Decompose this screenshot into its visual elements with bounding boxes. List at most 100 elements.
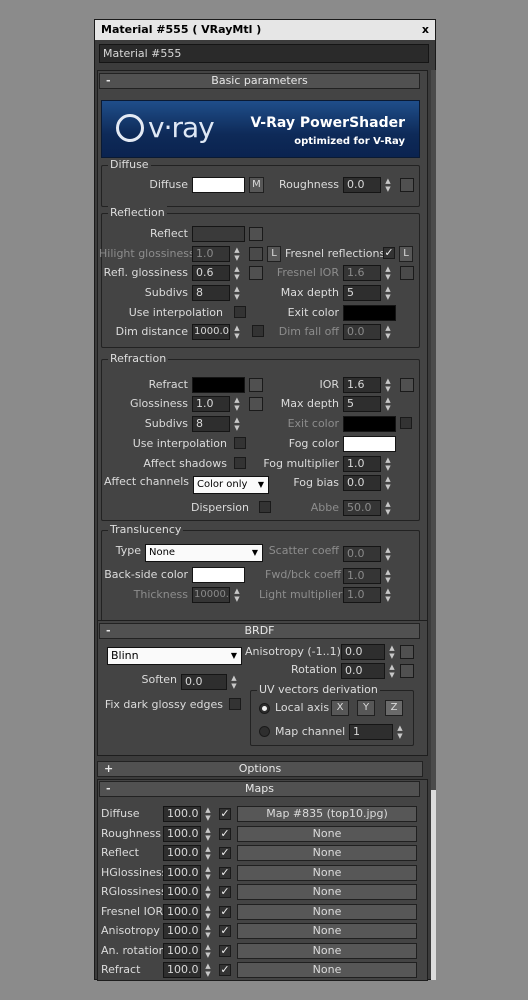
map-enable-checkbox[interactable]: ✓ — [219, 827, 231, 840]
spinner-arrows-icon[interactable]: ▲ ▼ — [232, 285, 242, 301]
reflect-color-swatch[interactable] — [192, 226, 245, 242]
refl-glossiness-field[interactable]: 0.6 — [192, 265, 230, 281]
soften-field[interactable]: 0.0 — [181, 674, 227, 690]
brdf-type-dropdown[interactable]: Blinn ▼ — [107, 647, 242, 665]
spinner-arrows-icon[interactable]: ▲ ▼ — [387, 663, 397, 679]
spinner-arrows-icon[interactable]: ▲ ▼ — [203, 943, 213, 959]
axis-z-button[interactable]: Z — [385, 700, 403, 716]
spinner-arrows-icon[interactable]: ▲ ▼ — [383, 456, 393, 472]
refr-exit-color-swatch[interactable] — [343, 416, 396, 432]
fog-multiplier-field[interactable]: 1.0 — [343, 456, 381, 472]
map-amount-field[interactable]: 100.0 — [163, 864, 201, 881]
map-amount-field[interactable]: 100.0 — [163, 825, 201, 842]
dim-falloff-field[interactable]: 0.0 — [343, 324, 381, 340]
axis-y-button[interactable]: Y — [357, 700, 375, 716]
hilight-map-button[interactable] — [249, 247, 263, 261]
map-amount-field[interactable]: 100.0 — [163, 845, 201, 861]
fresnel-reflections-checkbox[interactable]: ✓ — [383, 247, 395, 259]
scatter-coeff-field[interactable]: 0.0 — [343, 546, 381, 562]
back-side-color-swatch[interactable] — [192, 567, 245, 583]
map-slot-button[interactable]: None — [237, 923, 417, 939]
map-amount-field[interactable]: 100.0 — [163, 942, 201, 959]
map-enable-checkbox[interactable]: ✓ — [219, 905, 231, 918]
thickness-field[interactable]: 10000. — [192, 587, 230, 603]
reflect-map-button[interactable] — [249, 227, 263, 241]
spinner-arrows-icon[interactable]: ▲ ▼ — [383, 265, 393, 281]
map-amount-field[interactable]: 100.0 — [163, 923, 201, 939]
ior-map-button[interactable] — [400, 378, 414, 392]
spinner-arrows-icon[interactable]: ▲ ▼ — [383, 568, 393, 584]
map-amount-field[interactable]: 100.0 — [163, 884, 201, 900]
refl-glossiness-map-button[interactable] — [249, 266, 263, 280]
spinner-arrows-icon[interactable]: ▲ ▼ — [229, 674, 239, 690]
refr-subdivs-field[interactable]: 8 — [192, 416, 230, 432]
refract-color-swatch[interactable] — [192, 377, 245, 393]
fog-color-swatch[interactable] — [343, 436, 396, 452]
map-enable-checkbox[interactable]: ✓ — [219, 964, 231, 976]
spinner-arrows-icon[interactable]: ▲ ▼ — [232, 246, 242, 262]
ior-field[interactable]: 1.6 — [343, 377, 381, 393]
refl-subdivs-field[interactable]: 8 — [192, 285, 230, 301]
map-amount-field[interactable]: 100.0 — [163, 806, 201, 822]
spinner-arrows-icon[interactable]: ▲ ▼ — [203, 904, 213, 920]
spinner-arrows-icon[interactable]: ▲ ▼ — [383, 377, 393, 393]
spinner-arrows-icon[interactable]: ▲ ▼ — [383, 285, 393, 301]
fwd-bck-coeff-field[interactable]: 1.0 — [343, 568, 381, 584]
map-enable-checkbox[interactable]: ✓ — [219, 925, 231, 937]
map-enable-checkbox[interactable]: ✓ — [219, 847, 231, 859]
spinner-arrows-icon[interactable]: ▲ ▼ — [383, 324, 393, 340]
refr-use-interpolation-checkbox[interactable] — [234, 437, 246, 449]
material-name-field[interactable]: Material #555 — [99, 44, 429, 63]
scrollbar[interactable] — [431, 70, 436, 980]
diffuse-map-button[interactable]: M — [249, 177, 264, 193]
map-slot-button[interactable]: None — [237, 845, 417, 861]
spinner-arrows-icon[interactable]: ▲ ▼ — [203, 884, 213, 900]
spinner-arrows-icon[interactable]: ▲ ▼ — [203, 826, 213, 842]
hilight-lock-button[interactable]: L — [267, 246, 281, 262]
maps-header[interactable]: - Maps — [99, 781, 420, 797]
fresnel-lock-button[interactable]: L — [399, 246, 413, 262]
roughness-map-button[interactable] — [400, 178, 414, 192]
spinner-arrows-icon[interactable]: ▲ ▼ — [232, 416, 242, 432]
map-slot-button[interactable]: None — [237, 864, 417, 881]
map-enable-checkbox[interactable]: ✓ — [219, 886, 231, 898]
light-multiplier-field[interactable]: 1.0 — [343, 587, 381, 603]
refr-glossiness-map-button[interactable] — [249, 397, 263, 411]
refr-max-depth-field[interactable]: 5 — [343, 396, 381, 412]
fresnel-ior-field[interactable]: 1.6 — [343, 265, 381, 281]
hilight-glossiness-field[interactable]: 1.0 — [192, 246, 230, 262]
rotation-field[interactable]: 0.0 — [341, 663, 385, 679]
spinner-arrows-icon[interactable]: ▲ ▼ — [203, 865, 213, 881]
affect-channels-dropdown[interactable]: Color only ▼ — [193, 476, 269, 494]
map-channel-field[interactable]: 1 — [349, 724, 393, 740]
map-slot-button[interactable]: Map #835 (top10.jpg) — [237, 806, 417, 822]
map-amount-field[interactable]: 100.0 — [163, 903, 201, 920]
map-slot-button[interactable]: None — [237, 942, 417, 959]
map-slot-button[interactable]: None — [237, 962, 417, 978]
rotation-map-button[interactable] — [400, 664, 414, 678]
diffuse-color-swatch[interactable] — [192, 177, 245, 193]
dim-distance-checkbox[interactable] — [252, 325, 264, 337]
window-title-bar[interactable]: Material #555 ( VRayMtl ) x — [95, 20, 435, 40]
local-axis-radio[interactable] — [259, 703, 270, 714]
map-slot-button[interactable]: None — [237, 825, 417, 842]
map-channel-radio[interactable] — [259, 726, 270, 737]
spinner-arrows-icon[interactable]: ▲ ▼ — [232, 396, 242, 412]
dispersion-checkbox[interactable] — [259, 501, 271, 513]
spinner-arrows-icon[interactable]: ▲ ▼ — [383, 587, 393, 603]
basic-parameters-header[interactable]: - Basic parameters — [99, 73, 420, 89]
fog-bias-field[interactable]: 0.0 — [343, 475, 381, 491]
spinner-arrows-icon[interactable]: ▲ ▼ — [203, 923, 213, 939]
map-slot-button[interactable]: None — [237, 903, 417, 920]
spinner-arrows-icon[interactable]: ▲ ▼ — [383, 546, 393, 562]
map-enable-checkbox[interactable]: ✓ — [219, 808, 231, 820]
anisotropy-map-button[interactable] — [400, 645, 414, 659]
fresnel-ior-map-button[interactable] — [400, 266, 414, 280]
map-slot-button[interactable]: None — [237, 884, 417, 900]
fix-dark-glossy-edges-checkbox[interactable] — [229, 698, 241, 710]
dim-distance-field[interactable]: 1000.0 — [192, 324, 230, 340]
close-icon[interactable]: x — [422, 20, 429, 40]
refr-glossiness-field[interactable]: 1.0 — [192, 396, 230, 412]
spinner-arrows-icon[interactable]: ▲ ▼ — [203, 845, 213, 861]
spinner-arrows-icon[interactable]: ▲ ▼ — [203, 962, 213, 978]
